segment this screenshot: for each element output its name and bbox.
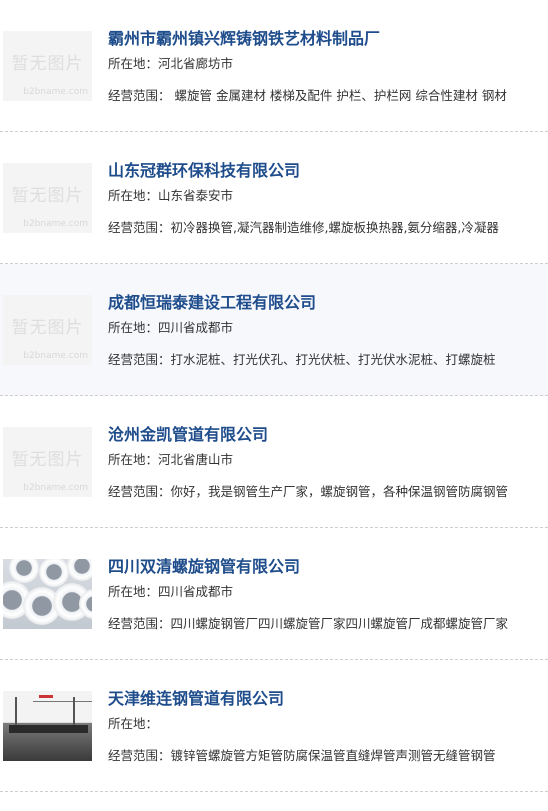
business-scope: 经营范围：四川螺旋钢管厂四川螺旋管厂家四川螺旋管厂成都螺旋管厂家 <box>108 613 518 632</box>
company-name-link[interactable]: 天津维连钢管道有限公司 <box>108 685 284 709</box>
list-item: 天津维连钢管道有限公司 所在地： 经营范围：镀锌管螺旋管方矩管防腐保温管直缝焊管… <box>0 660 548 792</box>
location-value: 河北省唐山市 <box>158 452 234 467</box>
scope-value: 初冷器换管,凝汽器制造维修,螺旋板换热器,氨分缩器,冷凝器 <box>170 220 499 235</box>
location-value: 山东省泰安市 <box>158 188 234 203</box>
company-location: 所在地：山东省泰安市 <box>108 185 233 204</box>
no-image-placeholder: 暂无图片 <box>11 54 84 74</box>
scope-label: 经营范围： <box>108 616 171 631</box>
location-label: 所在地： <box>108 716 159 731</box>
company-name-link[interactable]: 山东冠群环保科技有限公司 <box>108 157 300 181</box>
pipe-end <box>9 559 39 583</box>
list-item: 暂无图片 b2bname.com 成都恒瑞泰建设工程有限公司 所在地：四川省成都… <box>0 264 548 396</box>
list-item: 暂无图片 b2bname.com 山东冠群环保科技有限公司 所在地：山东省泰安市… <box>0 132 548 264</box>
company-name-link[interactable]: 沧州金凯管道有限公司 <box>108 421 268 445</box>
pipe-end <box>67 559 92 581</box>
company-location: 所在地：四川省成都市 <box>108 317 233 336</box>
list-item: 暂无图片 b2bname.com 沧州金凯管道有限公司 所在地：河北省唐山市 经… <box>0 396 548 528</box>
scope-label: 经营范围： <box>108 484 171 499</box>
location-value: 四川省成都市 <box>158 320 234 335</box>
company-location: 所在地：四川省成都市 <box>108 581 233 600</box>
list-item: 四川双清螺旋钢管有限公司 所在地：四川省成都市 经营范围：四川螺旋钢管厂四川螺旋… <box>0 528 548 660</box>
business-scope: 经营范围：初冷器换管,凝汽器制造维修,螺旋板换热器,氨分缩器,冷凝器 <box>108 217 518 236</box>
no-image-placeholder: 暂无图片 <box>11 318 84 338</box>
scope-label: 经营范围： <box>108 220 171 235</box>
company-thumbnail[interactable]: 暂无图片 b2bname.com <box>3 427 92 497</box>
watermark: b2bname.com <box>23 219 88 229</box>
business-scope: 经营范围： 螺旋管 金属建材 楼梯及配件 护栏、护栏网 综合性建材 钢材 <box>108 85 518 104</box>
location-value: 四川省成都市 <box>158 584 234 599</box>
red-flag <box>39 695 53 698</box>
watermark: b2bname.com <box>23 351 88 361</box>
scope-value: 四川螺旋钢管厂四川螺旋管厂家四川螺旋管厂成都螺旋管厂家 <box>170 616 509 631</box>
scope-label: 经营范围： <box>108 748 171 763</box>
scope-value: 你好，我是钢管生产厂家，螺旋钢管，各种保温钢管防腐钢管 <box>170 484 509 499</box>
no-image-placeholder: 暂无图片 <box>11 450 84 470</box>
scope-value: 打水泥桩、打光伏孔、打光伏桩、打光伏水泥桩、打螺旋桩 <box>170 352 496 367</box>
company-location: 所在地：河北省廊坊市 <box>108 53 233 72</box>
pole <box>73 697 75 727</box>
scope-value: 螺旋管 金属建材 楼梯及配件 护栏、护栏网 综合性建材 钢材 <box>170 88 507 103</box>
watermark: b2bname.com <box>23 483 88 493</box>
no-image-placeholder: 暂无图片 <box>11 186 84 206</box>
scope-label: 经营范围： <box>108 352 171 367</box>
location-label: 所在地： <box>108 452 159 467</box>
company-name-link[interactable]: 四川双清螺旋钢管有限公司 <box>108 553 300 577</box>
company-location: 所在地：河北省唐山市 <box>108 449 233 468</box>
location-value: 河北省廊坊市 <box>158 56 234 71</box>
company-list: 暂无图片 b2bname.com 霸州市霸州镇兴辉铸钢铁艺材料制品厂 所在地：河… <box>0 0 548 792</box>
pole <box>15 697 17 727</box>
company-name-link[interactable]: 霸州市霸州镇兴辉铸钢铁艺材料制品厂 <box>108 25 380 49</box>
watermark: b2bname.com <box>23 87 88 97</box>
company-thumbnail[interactable]: 暂无图片 b2bname.com <box>3 163 92 233</box>
list-item: 暂无图片 b2bname.com 霸州市霸州镇兴辉铸钢铁艺材料制品厂 所在地：河… <box>0 0 548 132</box>
location-label: 所在地： <box>108 584 159 599</box>
company-thumbnail-pipes[interactable] <box>3 559 92 629</box>
business-scope: 经营范围：你好，我是钢管生产厂家，螺旋钢管，各种保温钢管防腐钢管 <box>108 481 518 500</box>
location-label: 所在地： <box>108 320 159 335</box>
pipe-end <box>39 559 69 587</box>
business-scope: 经营范围：镀锌管螺旋管方矩管防腐保温管直缝焊管声测管无缝管钢管 <box>108 745 518 764</box>
crane-arm <box>33 701 92 702</box>
scope-value: 镀锌管螺旋管方矩管防腐保温管直缝焊管声测管无缝管钢管 <box>170 748 496 763</box>
scope-label: 经营范围： <box>108 88 171 103</box>
company-thumbnail[interactable]: 暂无图片 b2bname.com <box>3 31 92 101</box>
factory-sign <box>9 725 88 733</box>
company-thumbnail-factory[interactable] <box>3 691 92 761</box>
company-name-link[interactable]: 成都恒瑞泰建设工程有限公司 <box>108 289 316 313</box>
company-location: 所在地： <box>108 713 158 732</box>
business-scope: 经营范围：打水泥桩、打光伏孔、打光伏桩、打光伏水泥桩、打螺旋桩 <box>108 349 518 368</box>
location-label: 所在地： <box>108 188 159 203</box>
company-thumbnail[interactable]: 暂无图片 b2bname.com <box>3 295 92 365</box>
location-label: 所在地： <box>108 56 159 71</box>
